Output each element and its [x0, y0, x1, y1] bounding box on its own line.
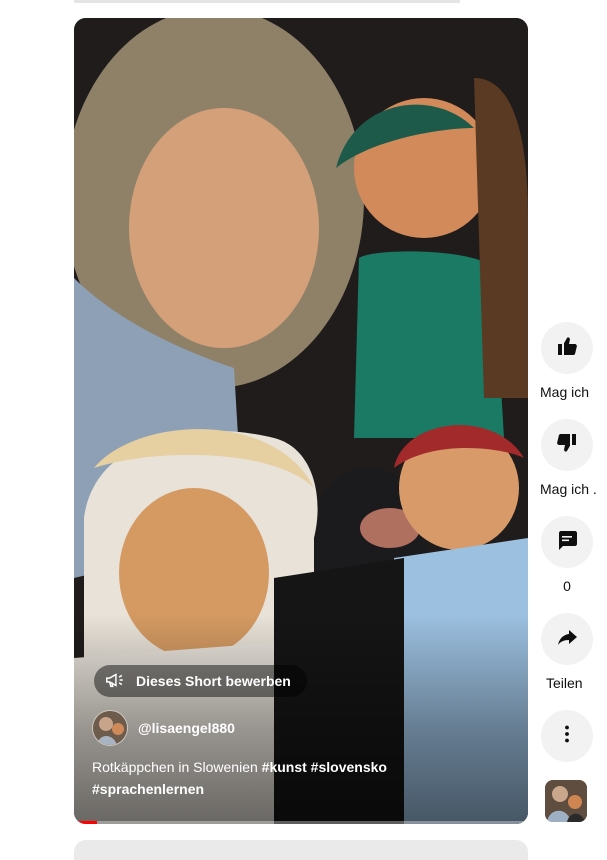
audio-source-thumbnail[interactable]	[545, 780, 587, 822]
more-options-button[interactable]	[541, 710, 593, 762]
like-label: Mag ich	[540, 384, 590, 400]
channel-info[interactable]: @lisaengel880	[92, 710, 235, 746]
dislike-button[interactable]	[541, 419, 593, 471]
hashtags-line1[interactable]: #kunst #slovensko	[262, 759, 387, 775]
video-progress-bar[interactable]	[74, 821, 528, 824]
video-caption: Rotkäppchen in Slowenien #kunst #slovens…	[92, 756, 452, 800]
dislike-label: Mag ich .	[540, 481, 597, 497]
more-vert-icon	[555, 722, 579, 751]
caption-text: Rotkäppchen in Slowenien	[92, 759, 258, 775]
channel-avatar[interactable]	[92, 710, 128, 746]
dislike-action: Mag ich .	[540, 419, 597, 497]
comments-count: 0	[563, 578, 571, 594]
share-action: Teilen	[540, 613, 594, 691]
video-progress-fill	[74, 821, 97, 824]
comment-icon	[555, 528, 579, 557]
more-action	[540, 710, 594, 762]
share-button[interactable]	[541, 613, 593, 665]
comments-button[interactable]	[541, 516, 593, 568]
hashtags-line2[interactable]: #sprachenlernen	[92, 781, 204, 797]
share-label: Teilen	[546, 675, 583, 691]
promote-label: Dieses Short bewerben	[136, 673, 291, 689]
next-short-edge	[74, 840, 528, 860]
like-button[interactable]	[541, 322, 593, 374]
megaphone-icon	[104, 669, 126, 694]
previous-short-edge	[74, 0, 460, 3]
channel-handle[interactable]: @lisaengel880	[138, 720, 235, 736]
promote-short-button[interactable]: Dieses Short bewerben	[94, 665, 307, 697]
thumbs-up-icon	[555, 334, 579, 363]
short-video-player[interactable]: Dieses Short bewerben @lisaengel880 Rotk…	[74, 18, 528, 824]
share-arrow-icon	[555, 625, 579, 654]
thumbs-down-icon	[555, 431, 579, 460]
like-action: Mag ich	[540, 322, 594, 400]
comments-action: 0	[540, 516, 594, 594]
